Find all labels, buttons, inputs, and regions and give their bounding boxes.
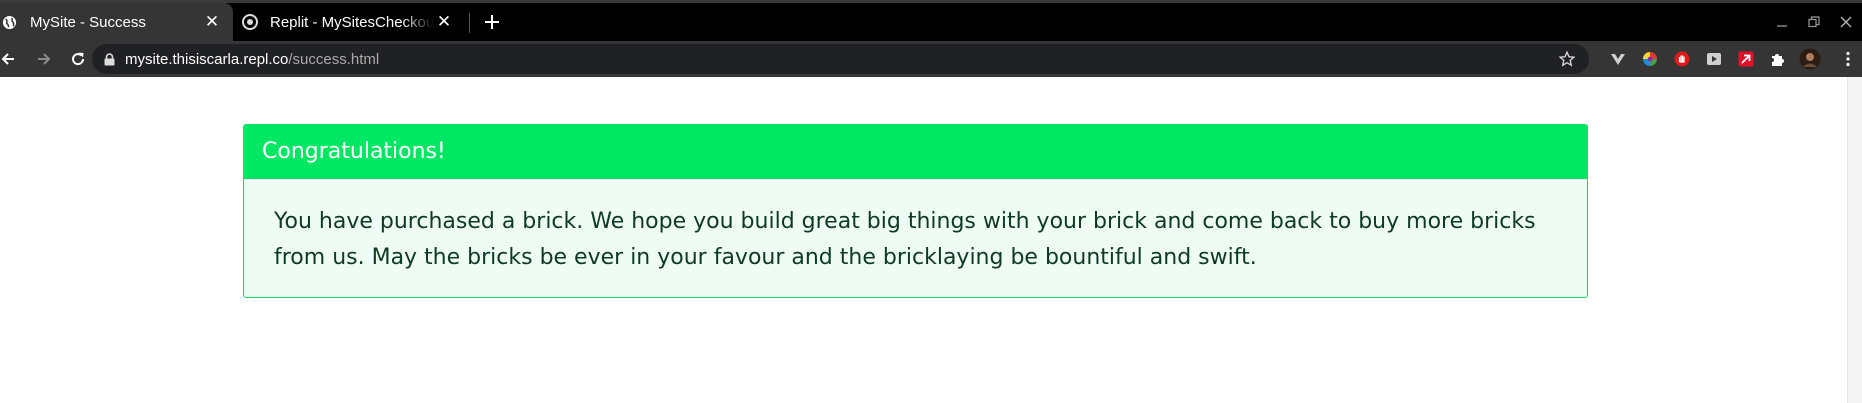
kebab-menu-icon[interactable] — [1836, 41, 1860, 77]
video-extension-icon[interactable] — [1698, 41, 1730, 77]
red-hand-extension-icon[interactable] — [1666, 41, 1698, 77]
page-viewport: Congratulations! You have purchased a br… — [0, 77, 1862, 403]
tab-separator — [469, 13, 470, 33]
reload-icon[interactable] — [64, 45, 92, 73]
url-path: /success.html — [288, 50, 380, 68]
success-alert: Congratulations! You have purchased a br… — [243, 124, 1588, 298]
extensions-bar — [1602, 41, 1826, 77]
alert-heading: Congratulations! — [244, 125, 1587, 179]
back-arrow-icon[interactable] — [0, 45, 22, 73]
restore-icon[interactable] — [1798, 3, 1830, 41]
tab-mysite-success[interactable]: MySite - Success ✕ — [0, 3, 233, 41]
close-tab-icon[interactable]: ✕ — [202, 12, 222, 32]
alert-message: You have purchased a brick. We hope you … — [274, 209, 1536, 270]
globe-icon — [1, 14, 18, 31]
close-window-icon[interactable] — [1830, 3, 1862, 41]
url-host: mysite.thisiscarla.repl.co — [125, 50, 289, 68]
new-tab-icon[interactable] — [481, 11, 503, 33]
v-shape-extension-icon[interactable] — [1602, 41, 1634, 77]
tab-replit[interactable]: Replit - MySitesCheckoutV ✕ — [233, 3, 465, 41]
minimize-icon[interactable] — [1766, 3, 1798, 41]
tab-title: MySite - Success — [30, 13, 146, 31]
window-controls — [1766, 3, 1862, 41]
puzzle-extensions-icon[interactable] — [1762, 41, 1794, 77]
tab-strip: MySite - Success ✕ Replit - MySitesCheck… — [0, 0, 1862, 41]
red-arrow-extension-icon[interactable] — [1730, 41, 1762, 77]
close-tab-icon[interactable]: ✕ — [434, 12, 454, 32]
browser-toolbar: mysite.thisiscarla.repl.co/success.html — [0, 41, 1862, 77]
lock-icon[interactable] — [104, 52, 115, 66]
profile-avatar[interactable] — [1794, 41, 1826, 77]
forward-arrow-icon[interactable] — [30, 45, 58, 73]
vertical-scrollbar[interactable] — [1847, 77, 1862, 403]
replit-icon — [241, 14, 258, 31]
bookmark-star-icon[interactable] — [1559, 51, 1575, 67]
address-bar[interactable]: mysite.thisiscarla.repl.co/success.html — [92, 44, 1589, 74]
color-wheel-extension-icon[interactable] — [1634, 41, 1666, 77]
tab-title: Replit - MySitesCheckoutV — [270, 13, 434, 31]
